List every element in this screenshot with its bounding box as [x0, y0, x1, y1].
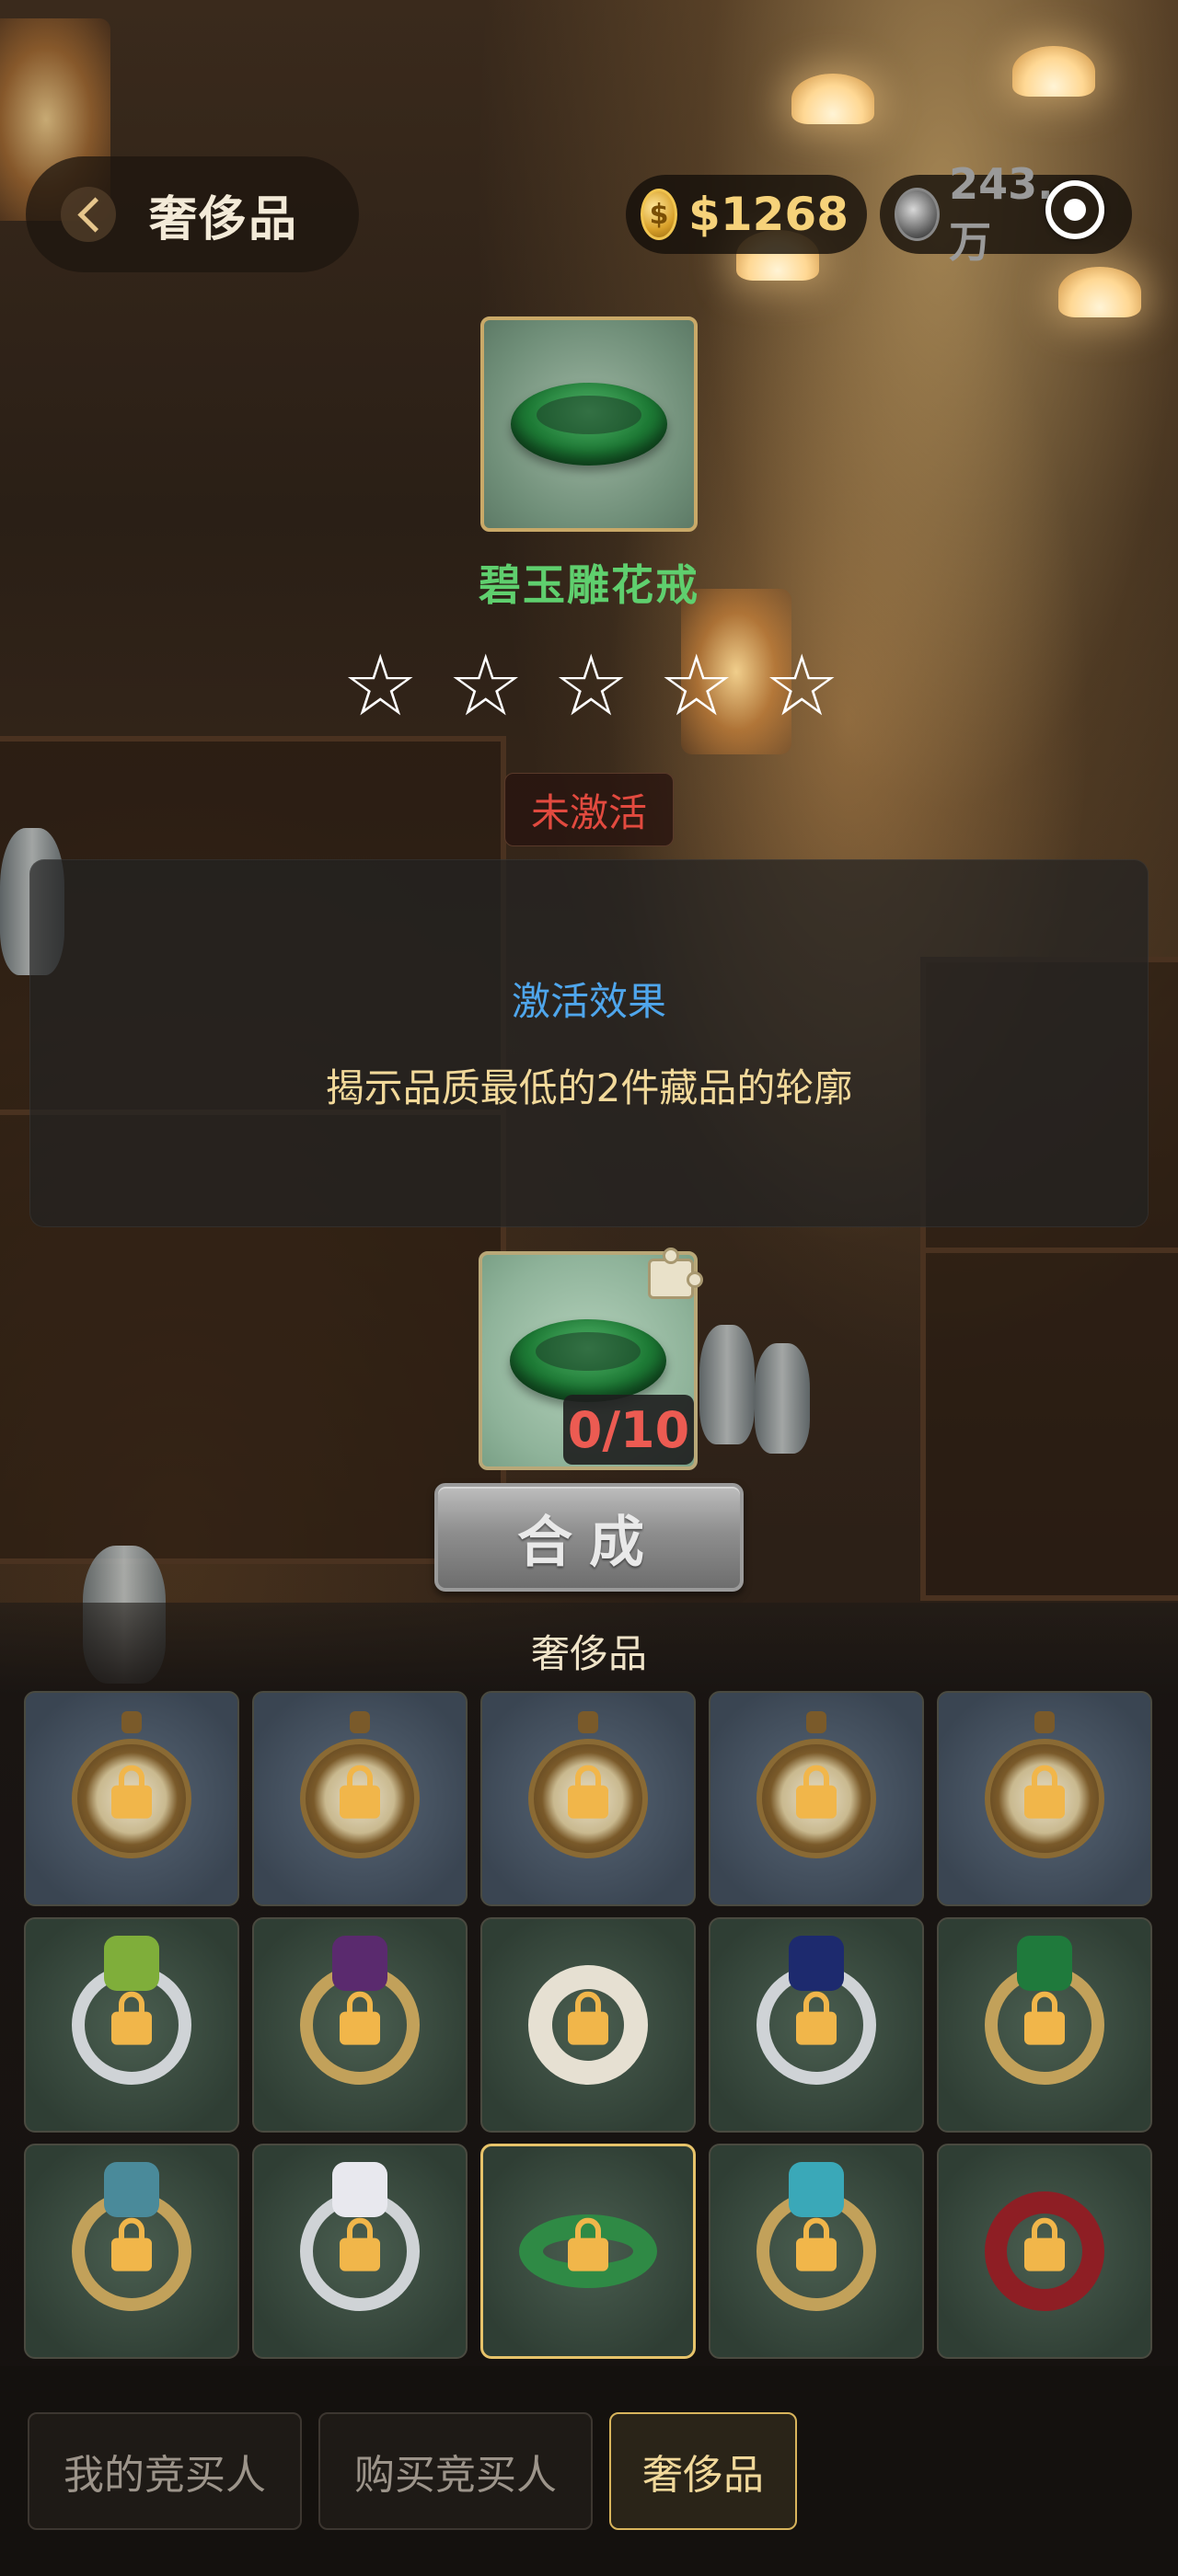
effect-description: 揭示品质最低的2件藏品的轮廓: [325, 1065, 853, 1110]
collection-item[interactable]: [480, 2144, 696, 2359]
header-back-bar[interactable]: 奢侈品: [26, 156, 359, 272]
synthesize-button[interactable]: 合成: [434, 1483, 744, 1592]
lock-icon: [340, 2217, 380, 2271]
collection-item[interactable]: [24, 1917, 239, 2133]
lock-icon: [340, 1765, 380, 1819]
collection-title: 奢侈品: [530, 1631, 647, 1676]
collection-item[interactable]: [24, 2144, 239, 2359]
coin-icon: $: [641, 189, 678, 240]
fragment-count: 0/10: [563, 1395, 694, 1465]
lock-icon: [111, 1765, 152, 1819]
collection-panel: 奢侈品: [0, 1603, 1178, 2366]
tab-my-bidders[interactable]: 我的竞买人: [28, 2412, 302, 2530]
jade-bangle-icon: [511, 383, 667, 466]
chandelier-lamp-icon: [791, 74, 874, 124]
lock-icon: [568, 1765, 608, 1819]
lock-icon: [111, 2217, 152, 2271]
effect-panel: 激活效果 揭示品质最低的2件藏品的轮廓: [29, 859, 1149, 1227]
collection-item[interactable]: [480, 1917, 696, 2133]
lock-icon: [111, 1991, 152, 2045]
collection-item[interactable]: [252, 1917, 468, 2133]
vase-icon: [699, 1325, 755, 1444]
chandelier-lamp-icon: [1058, 267, 1141, 317]
watch-stem: [806, 1711, 826, 1733]
watch-stem: [1034, 1711, 1055, 1733]
lock-icon: [340, 1991, 380, 2045]
star-icon: ☆: [342, 637, 419, 735]
tab-buy-bidders[interactable]: 购买竞买人: [318, 2412, 593, 2530]
watch-stem: [121, 1711, 142, 1733]
collection-item[interactable]: [252, 2144, 468, 2359]
page-title: 奢侈品: [149, 191, 299, 247]
jade-bangle-icon: [510, 1319, 666, 1402]
lock-icon: [1024, 1765, 1065, 1819]
lock-icon: [1024, 1991, 1065, 2045]
star-icon: ☆: [763, 637, 840, 735]
gemstone-icon: [1017, 1936, 1072, 1991]
collection-item[interactable]: [937, 1917, 1152, 2133]
collection-item[interactable]: [24, 1691, 239, 1906]
lock-icon: [1024, 2217, 1065, 2271]
tab-luxury[interactable]: 奢侈品: [609, 2412, 797, 2530]
gemstone-icon: [104, 1936, 159, 1991]
gemstone-icon: [104, 2162, 159, 2217]
collection-item[interactable]: [937, 2144, 1152, 2359]
collection-grid: [24, 1691, 1152, 2359]
lock-icon: [796, 2217, 837, 2271]
watch-stem: [578, 1711, 598, 1733]
collection-item[interactable]: [709, 2144, 924, 2359]
collection-item[interactable]: [709, 1691, 924, 1906]
chandelier-lamp-icon: [1012, 46, 1095, 97]
effect-title: 激活效果: [511, 979, 666, 1024]
money-display: $ $1268: [626, 175, 867, 254]
puzzle-piece-icon: [641, 1246, 707, 1306]
status-badge: 未激活: [504, 773, 674, 846]
item-name: 碧玉雕花戒: [479, 560, 699, 610]
gem-icon: [895, 188, 941, 241]
gemstone-icon: [332, 2162, 387, 2217]
star-icon: ☆: [447, 637, 524, 735]
star-icon: ☆: [552, 637, 629, 735]
collection-item[interactable]: [937, 1691, 1152, 1906]
lock-icon: [568, 1991, 608, 2045]
item-preview: [480, 316, 698, 532]
star-rating: ☆ ☆ ☆ ☆ ☆: [342, 644, 839, 729]
money-amount: $1268: [688, 188, 849, 241]
bottom-nav: 我的竞买人 购买竞买人 奢侈品: [0, 2366, 1178, 2576]
lock-icon: [796, 1765, 837, 1819]
gemstone-icon: [332, 1936, 387, 1991]
back-arrow-icon[interactable]: [61, 187, 116, 242]
collection-item[interactable]: [480, 1691, 696, 1906]
collection-item[interactable]: [252, 1691, 468, 1906]
lock-icon: [568, 2217, 608, 2271]
gemstone-icon: [789, 1936, 844, 1991]
collection-item[interactable]: [709, 1917, 924, 2133]
gemstone-icon: [789, 2162, 844, 2217]
record-overlay-icon[interactable]: [1045, 180, 1104, 239]
star-icon: ☆: [658, 637, 734, 735]
watch-stem: [350, 1711, 370, 1733]
lock-icon: [796, 1991, 837, 2045]
vase-icon: [755, 1343, 810, 1454]
